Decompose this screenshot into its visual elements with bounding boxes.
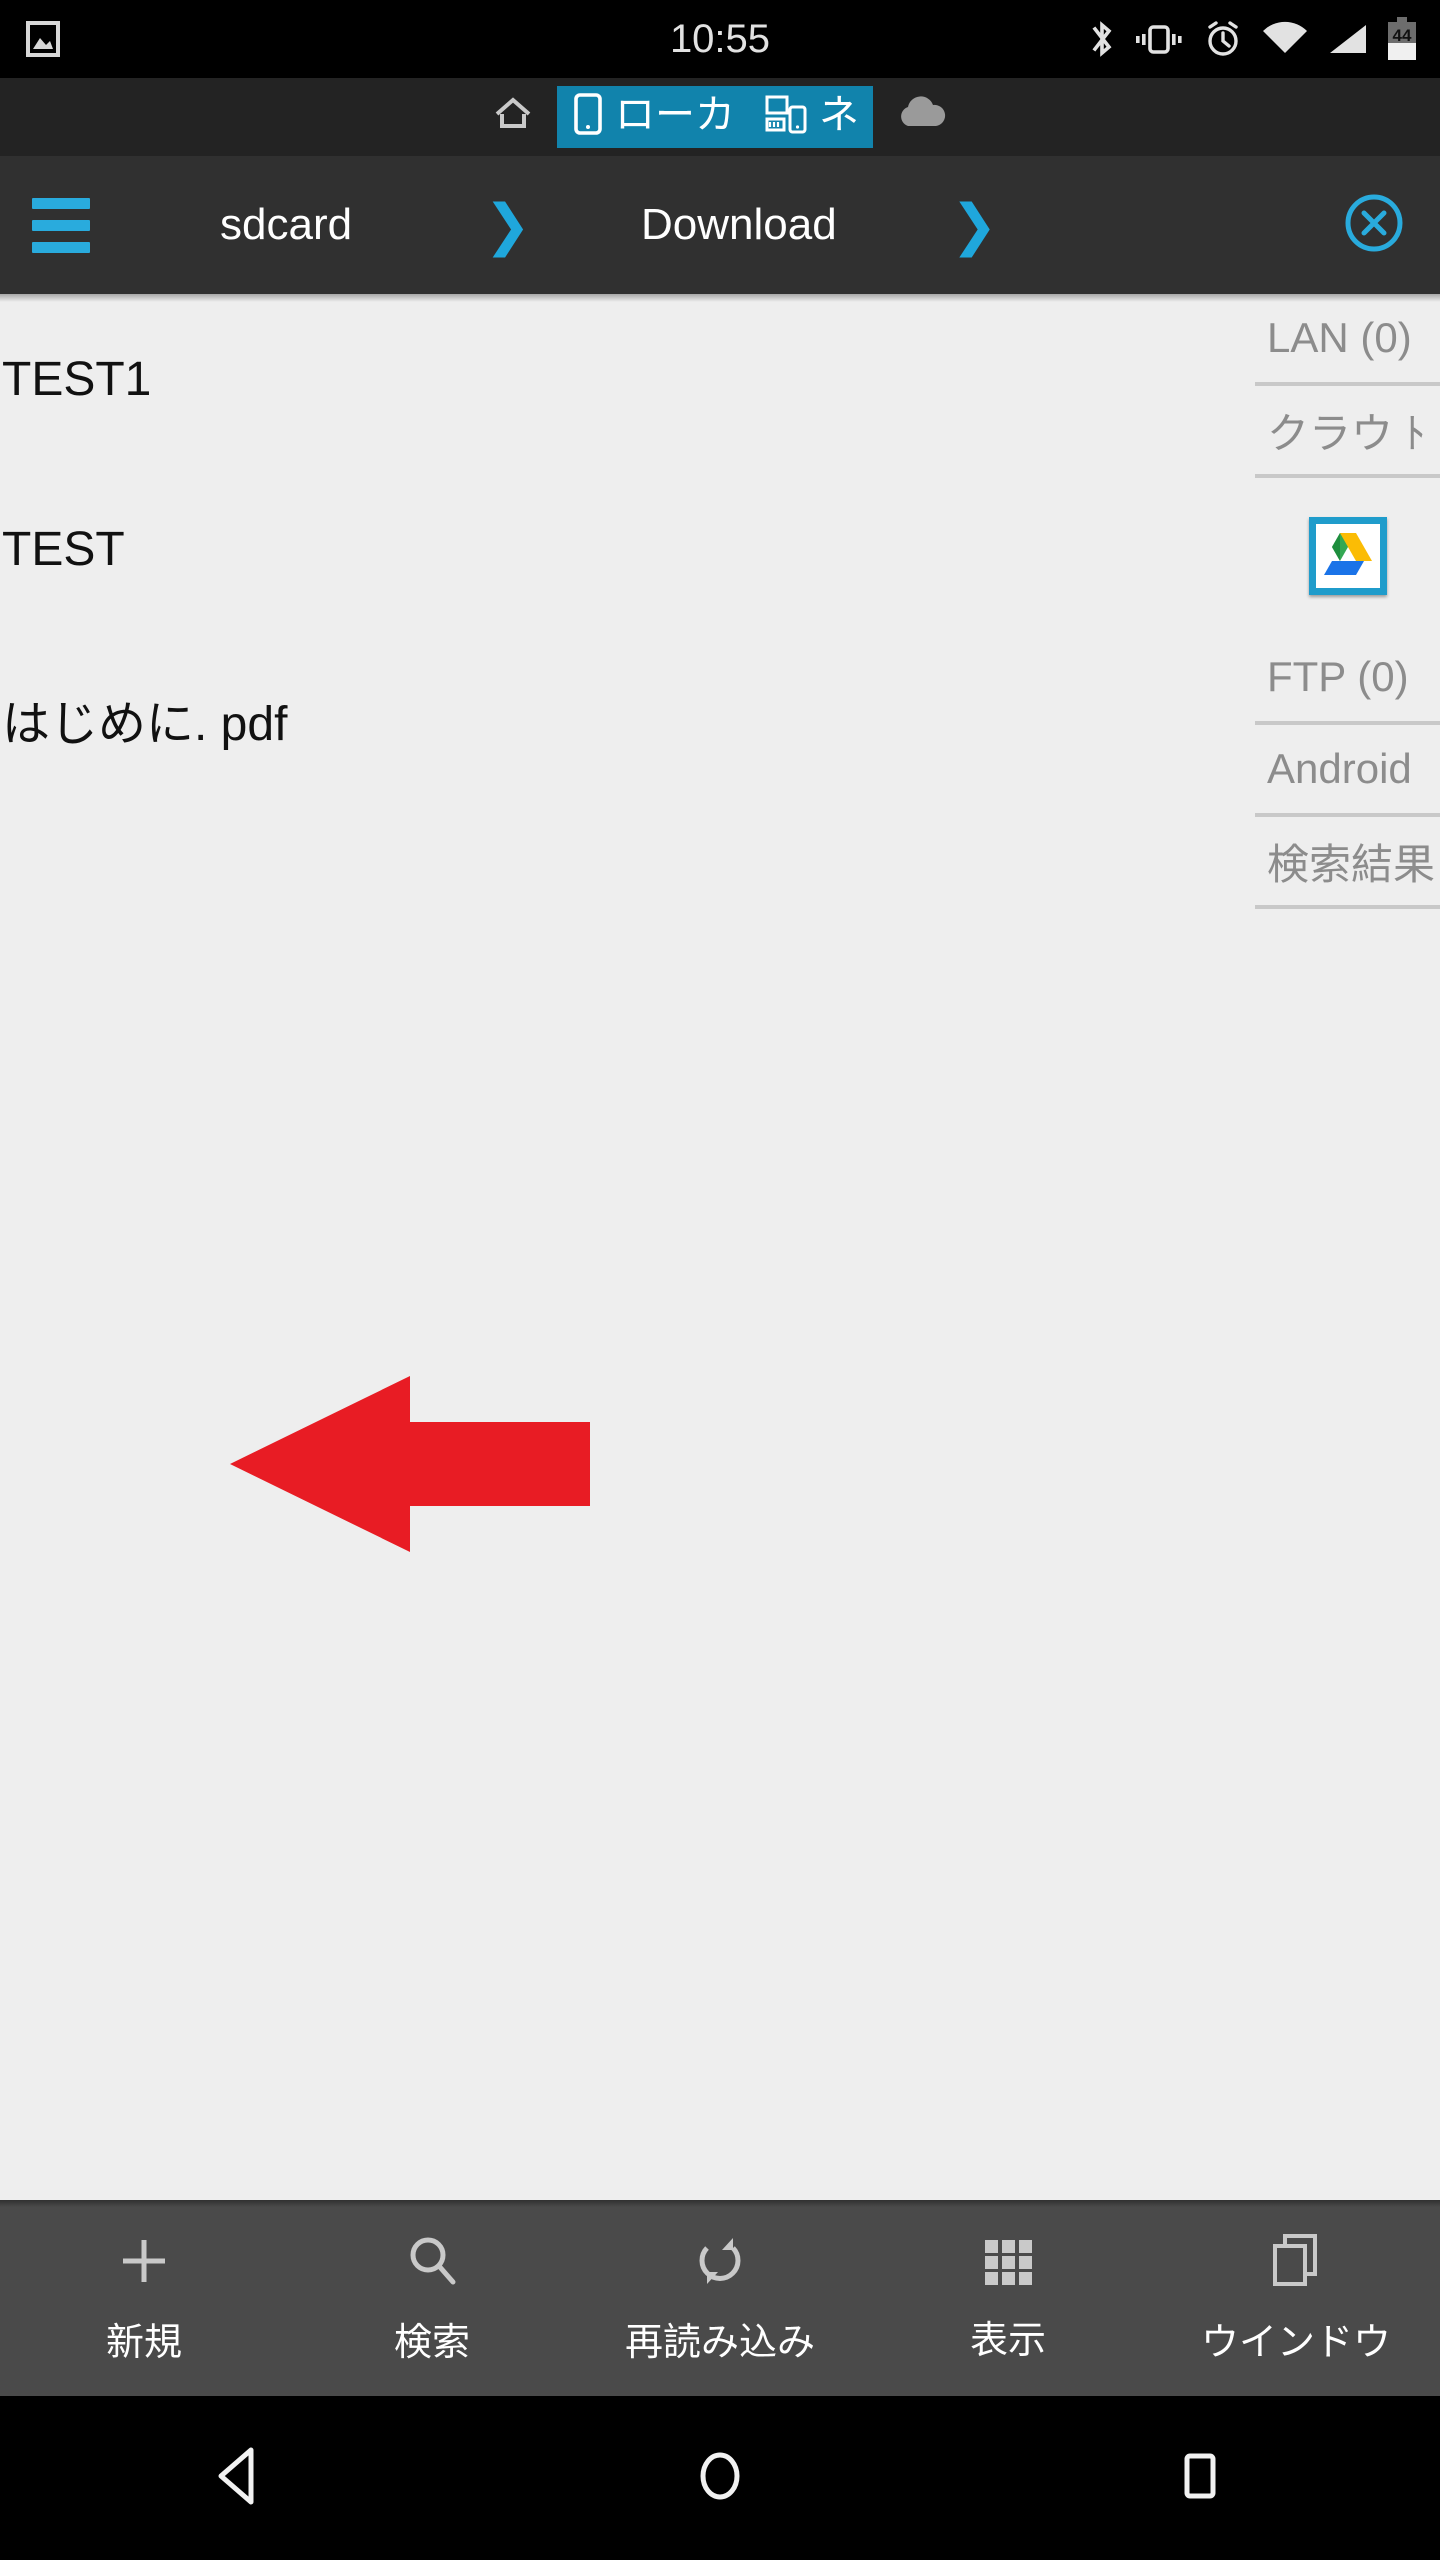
file-list: TEST1 TEST はじめに. pdf <box>0 294 1255 804</box>
toolbar-button-view[interactable]: 表示 <box>864 2200 1152 2396</box>
alarm-icon <box>1202 18 1244 60</box>
android-nav-bar <box>0 2396 1440 2560</box>
breadcrumb-item-sdcard[interactable]: sdcard <box>220 200 352 250</box>
side-panel-label: FTP (0) <box>1267 653 1409 700</box>
toolbar-button-new[interactable]: 新規 <box>0 2200 288 2396</box>
phone-icon <box>571 91 605 144</box>
refresh-icon <box>689 2230 751 2297</box>
signal-icon <box>1326 19 1368 59</box>
tab-home[interactable] <box>469 86 557 148</box>
toolbar-button-reload[interactable]: 再読み込み <box>576 2200 864 2396</box>
file-name: TEST <box>2 522 125 576</box>
home-icon <box>491 92 535 143</box>
search-icon <box>401 2230 463 2297</box>
side-panel-item-lan[interactable]: LAN (0) <box>1255 294 1440 386</box>
wifi-icon <box>1262 19 1308 59</box>
side-panel-item-gdrive[interactable] <box>1255 478 1440 633</box>
nav-home-button[interactable] <box>480 2442 960 2515</box>
list-item[interactable]: TEST <box>0 464 1255 634</box>
nav-recents-button[interactable] <box>960 2442 1440 2515</box>
side-panel-label: クラウ ﾄ <box>1267 409 1426 457</box>
toolbar-button-search[interactable]: 検索 <box>288 2200 576 2396</box>
tab-local-label: ローカ <box>615 93 735 137</box>
file-name: はじめに. pdf <box>2 698 288 751</box>
tab-cloud[interactable] <box>873 86 971 148</box>
breadcrumb-separator-2: ❯ <box>950 193 998 256</box>
breadcrumb-item-download[interactable]: Download <box>641 200 837 250</box>
annotation-arrow-left-icon <box>230 1374 590 1559</box>
toolbar-button-window[interactable]: ウインドウ <box>1152 2200 1440 2396</box>
toolbar-label: 新規 <box>105 2322 182 2364</box>
vibrate-icon <box>1134 19 1184 59</box>
grid-icon <box>979 2232 1037 2295</box>
network-devices-icon <box>763 91 809 144</box>
breadcrumb-separator: ❯ <box>484 193 531 256</box>
battery-level-text: 44 <box>1393 26 1412 45</box>
toolbar-label: 検索 <box>393 2322 470 2364</box>
location-tab-strip: ローカ ネ <box>0 78 1440 156</box>
back-triangle-icon <box>209 2442 271 2515</box>
home-circle-icon <box>689 2442 751 2515</box>
status-bar-icons: 44 <box>1090 0 1418 78</box>
tab-network[interactable]: ネ <box>749 86 873 148</box>
side-panel-item-ftp[interactable]: FTP (0) <box>1255 633 1440 725</box>
windows-icon <box>1265 2230 1327 2297</box>
toolbar-top-shadow <box>0 2200 1440 2207</box>
toolbar-label: ウインドウ <box>1200 2322 1391 2364</box>
side-panel-item-cloud[interactable]: クラウ ﾄ <box>1255 386 1440 478</box>
status-bar: 10:55 44 <box>0 0 1440 78</box>
nav-back-button[interactable] <box>0 2442 480 2515</box>
list-item[interactable]: はじめに. pdf <box>0 634 1255 804</box>
breadcrumb-bar: sdcard ❯ Download ❯ <box>0 156 1440 294</box>
bottom-toolbar: 新規 検索 再読み込み 表示 ウインドウ <box>0 2200 1440 2396</box>
list-item[interactable]: TEST1 <box>0 294 1255 464</box>
close-circle-icon[interactable] <box>1342 191 1406 260</box>
side-panel-label: LAN (0) <box>1267 314 1412 361</box>
side-panel-item-android[interactable]: Android <box>1255 725 1440 817</box>
plus-icon <box>113 2230 175 2297</box>
file-name: TEST1 <box>2 352 152 406</box>
side-panel-item-search-results[interactable]: 検索結果 <box>1255 817 1440 909</box>
recents-square-icon <box>1169 2442 1231 2515</box>
toolbar-label: 表示 <box>969 2320 1046 2362</box>
phone-screen: 10:55 44 ローカ ネ sdcard ❯ Download ❯ TEST1… <box>0 0 1440 2560</box>
cloud-icon <box>895 95 949 139</box>
content-area: TEST1 TEST はじめに. pdf LAN (0) クラウ ﾄ FTP (… <box>0 294 1440 2200</box>
battery-icon: 44 <box>1386 16 1418 62</box>
tab-network-label: ネ <box>819 93 859 137</box>
side-panel-label: Android <box>1267 745 1412 792</box>
side-panel-label: 検索結果 <box>1267 840 1436 888</box>
hamburger-icon[interactable] <box>32 197 90 253</box>
tab-local[interactable]: ローカ <box>557 86 749 148</box>
side-panel: LAN (0) クラウ ﾄ FTP (0) Android 検索結果 <box>1255 294 1440 2200</box>
bluetooth-icon <box>1090 19 1116 59</box>
google-drive-icon <box>1308 516 1387 595</box>
toolbar-label: 再読み込み <box>624 2322 815 2364</box>
